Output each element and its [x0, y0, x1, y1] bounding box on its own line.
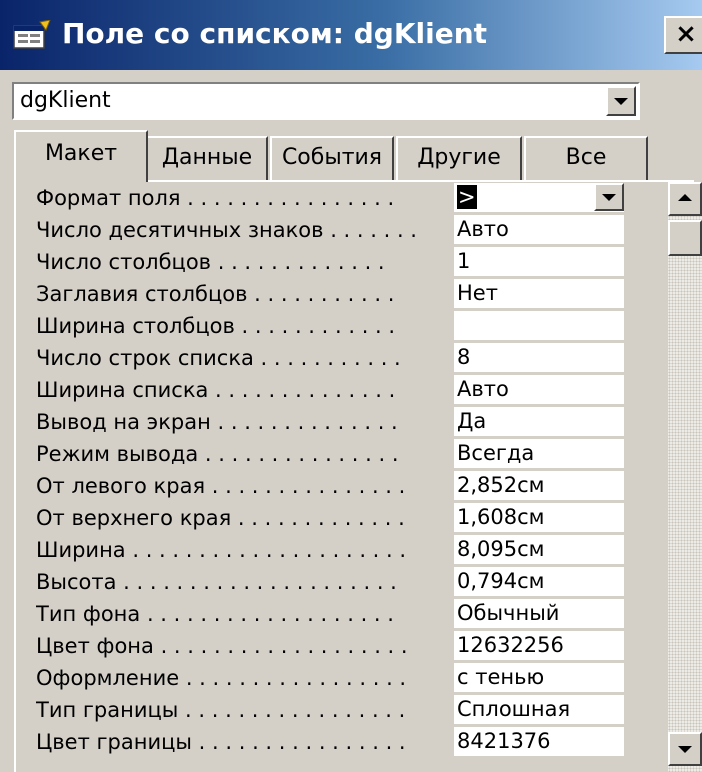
arrow-up-icon — [678, 194, 692, 201]
property-value[interactable]: Обычный — [454, 599, 624, 629]
property-row[interactable]: Ширина столбцов . . . . . . . . . . . . — [30, 310, 626, 342]
chevron-down-icon — [614, 98, 628, 105]
vertical-scrollbar[interactable] — [668, 182, 702, 772]
property-label: Ширина столбцов . . . . . . . . . . . . — [36, 314, 396, 338]
property-label: Цвет границы . . . . . . . . . . . . . .… — [36, 730, 406, 754]
property-value[interactable]: Авто — [454, 215, 624, 245]
tab-layout[interactable]: Макет — [14, 130, 148, 182]
property-label: Формат поля . . . . . . . . . . . . . . … — [36, 186, 395, 210]
property-label: Тип границы . . . . . . . . . . . . . . … — [36, 698, 406, 722]
property-value[interactable]: 1,608см — [454, 503, 624, 533]
property-value[interactable]: 2,852см — [454, 471, 624, 501]
property-value[interactable]: Сплошная — [454, 695, 624, 725]
window-title: Поле со списком: dgKlient — [62, 17, 488, 50]
property-label: Оформление . . . . . . . . . . . . . . .… — [36, 666, 407, 690]
property-row[interactable]: Число строк списка . . . . . . . . . . .… — [30, 342, 626, 374]
property-label: Режим вывода . . . . . . . . . . . . . .… — [36, 442, 399, 466]
scroll-thumb[interactable] — [668, 220, 702, 256]
property-label: Цвет фона . . . . . . . . . . . . . . . … — [36, 634, 408, 658]
property-value[interactable]: Авто — [454, 375, 624, 405]
tab-all[interactable]: Все — [524, 136, 648, 180]
property-value[interactable]: 8,095см — [454, 535, 624, 565]
property-sheet-window: Поле со списком: dgKlient × dgKlient Дан… — [0, 0, 702, 772]
property-label: Число столбцов . . . . . . . . . . . . . — [36, 250, 385, 274]
property-row[interactable]: Вывод на экран . . . . . . . . . . . . .… — [30, 406, 626, 438]
close-button[interactable]: × — [664, 16, 702, 54]
property-value-format[interactable]: > — [454, 183, 624, 213]
property-label: Ширина . . . . . . . . . . . . . . . . .… — [36, 538, 407, 562]
property-label: Число строк списка . . . . . . . . . . . — [36, 346, 401, 370]
property-row[interactable]: Число столбцов . . . . . . . . . . . . .… — [30, 246, 626, 278]
tab-data[interactable]: Данные — [146, 136, 268, 180]
property-value[interactable]: 8 — [454, 343, 624, 373]
scroll-down-button[interactable] — [668, 732, 702, 766]
property-label: Высота . . . . . . . . . . . . . . . . .… — [36, 570, 397, 594]
property-value[interactable]: Нет — [454, 279, 624, 309]
property-label: От верхнего края . . . . . . . . . . . .… — [36, 506, 405, 530]
property-row[interactable]: От левого края . . . . . . . . . . . . .… — [30, 470, 626, 502]
property-row[interactable]: Заглавия столбцов . . . . . . . . . . . … — [30, 278, 626, 310]
property-row[interactable]: Высота . . . . . . . . . . . . . . . . .… — [30, 566, 626, 598]
properties-form-icon — [13, 20, 51, 49]
object-selector-combo[interactable]: dgKlient — [12, 82, 640, 120]
property-value[interactable]: 12632256 — [454, 631, 624, 661]
property-row[interactable]: Ширина . . . . . . . . . . . . . . . . .… — [30, 534, 626, 566]
property-value[interactable]: 8421376 — [454, 727, 624, 757]
property-value[interactable]: Всегда — [454, 439, 624, 469]
property-value[interactable]: 0,794см — [454, 567, 624, 597]
property-row[interactable]: Тип границы . . . . . . . . . . . . . . … — [30, 694, 626, 726]
property-value[interactable]: 1 — [454, 247, 624, 277]
property-row[interactable]: Оформление . . . . . . . . . . . . . . .… — [30, 662, 626, 694]
tab-events[interactable]: События — [270, 136, 394, 180]
object-selector-value: dgKlient — [20, 88, 111, 113]
property-value[interactable]: с тенью — [454, 663, 624, 693]
property-row[interactable]: Число десятичных знаков . . . . . . . Ав… — [30, 214, 626, 246]
title-bar[interactable]: Поле со списком: dgKlient × — [0, 0, 702, 70]
property-label: Вывод на экран . . . . . . . . . . . . .… — [36, 410, 398, 434]
chevron-down-icon — [602, 194, 616, 201]
property-label: Ширина списка . . . . . . . . . . . . . … — [36, 378, 396, 402]
property-row[interactable]: Цвет фона . . . . . . . . . . . . . . . … — [30, 630, 626, 662]
property-value[interactable]: Да — [454, 407, 624, 437]
property-row[interactable]: Режим вывода . . . . . . . . . . . . . .… — [30, 438, 626, 470]
property-row[interactable]: Цвет границы . . . . . . . . . . . . . .… — [30, 726, 626, 758]
tab-other[interactable]: Другие — [396, 136, 522, 180]
property-label: Число десятичных знаков . . . . . . . — [36, 218, 417, 242]
property-grid: Формат поля . . . . . . . . . . . . . . … — [30, 182, 626, 772]
property-label: Заглавия столбцов . . . . . . . . . . . — [36, 282, 395, 306]
property-value[interactable] — [454, 311, 624, 341]
property-row[interactable]: От верхнего края . . . . . . . . . . . .… — [30, 502, 626, 534]
property-row[interactable]: Тип фона . . . . . . . . . . . . . . . .… — [30, 598, 626, 630]
property-row[interactable]: Формат поля . . . . . . . . . . . . . . … — [30, 182, 626, 214]
arrow-down-icon — [678, 746, 692, 753]
property-row[interactable]: Ширина списка . . . . . . . . . . . . . … — [30, 374, 626, 406]
property-value-text: > — [457, 185, 477, 209]
object-selector-dropdown-button[interactable] — [606, 86, 636, 116]
property-label: От левого края . . . . . . . . . . . . .… — [36, 474, 406, 498]
property-label: Тип фона . . . . . . . . . . . . . . . .… — [36, 602, 394, 626]
format-dropdown-button[interactable] — [594, 183, 624, 211]
scroll-up-button[interactable] — [668, 182, 702, 216]
